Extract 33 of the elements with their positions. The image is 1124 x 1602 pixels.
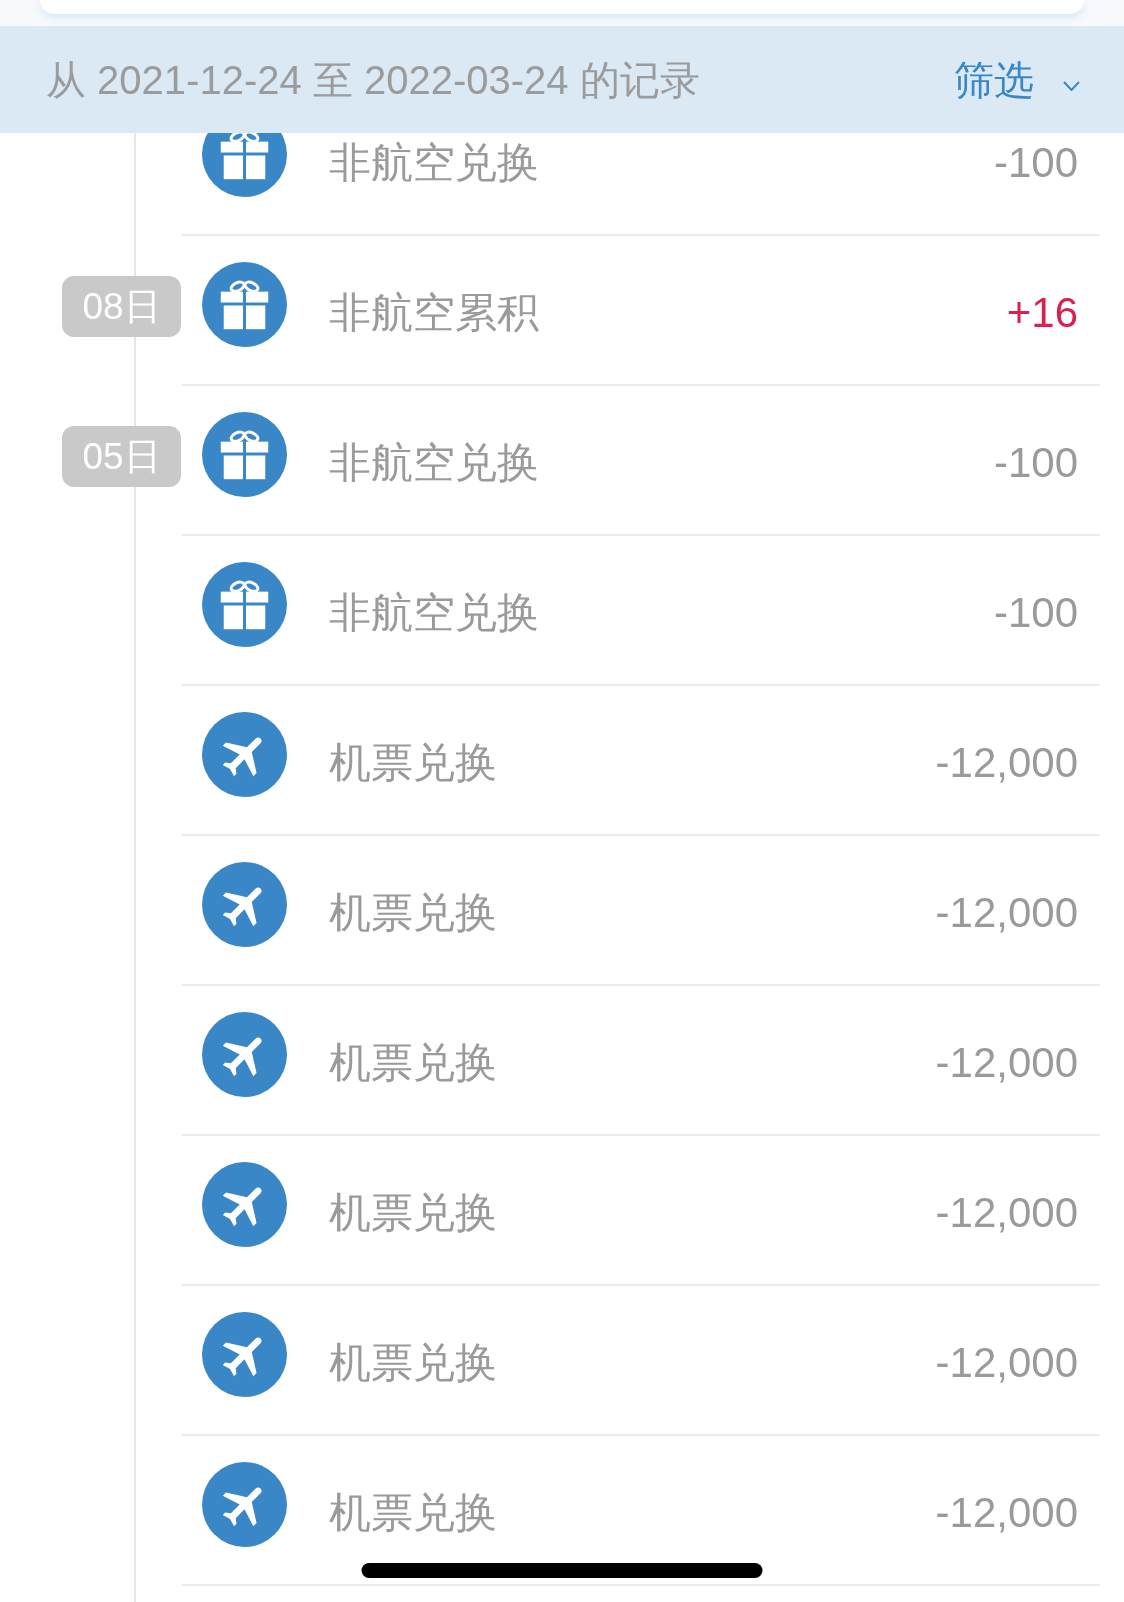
record-title: 非航空兑换 [329, 142, 539, 184]
gift-icon [202, 261, 287, 347]
points-amount: -100 [993, 442, 1078, 484]
record-title: 非航空累积 [329, 292, 539, 334]
points-amount: -100 [993, 142, 1078, 184]
points-amount: -12,000 [935, 1042, 1078, 1084]
gift-icon [202, 561, 287, 647]
record-title: 机票兑换 [329, 1042, 497, 1084]
airplane-icon [202, 1461, 287, 1547]
points-amount: -12,000 [935, 1192, 1078, 1234]
airplane-icon [202, 711, 287, 797]
record-title: 机票兑换 [329, 1192, 497, 1234]
points-amount: -12,000 [935, 892, 1078, 934]
record-title: 机票兑换 [329, 742, 497, 784]
record-title: 非航空兑换 [329, 592, 539, 634]
points-amount: -12,000 [935, 1492, 1078, 1534]
airplane-icon [202, 1161, 287, 1247]
gift-icon [202, 411, 287, 497]
record-title: 机票兑换 [329, 1492, 497, 1534]
record-title: 机票兑换 [329, 892, 497, 934]
record-title: 机票兑换 [329, 1342, 497, 1384]
date-range-text: 从 2021-12-24 至 2022-03-24 的记录 [46, 59, 700, 100]
airplane-icon [202, 1011, 287, 1097]
chevron-down-icon [1063, 80, 1080, 91]
points-amount: -12,000 [935, 742, 1078, 784]
airplane-icon [202, 1311, 287, 1397]
gift-icon [202, 133, 287, 197]
points-amount: -12,000 [935, 1342, 1078, 1384]
record-title: 非航空兑换 [329, 442, 539, 484]
airplane-icon [202, 861, 287, 947]
points-amount: +16 [1006, 292, 1078, 334]
points-amount: -100 [993, 592, 1078, 634]
filter-button[interactable]: 筛选 [954, 59, 1080, 100]
